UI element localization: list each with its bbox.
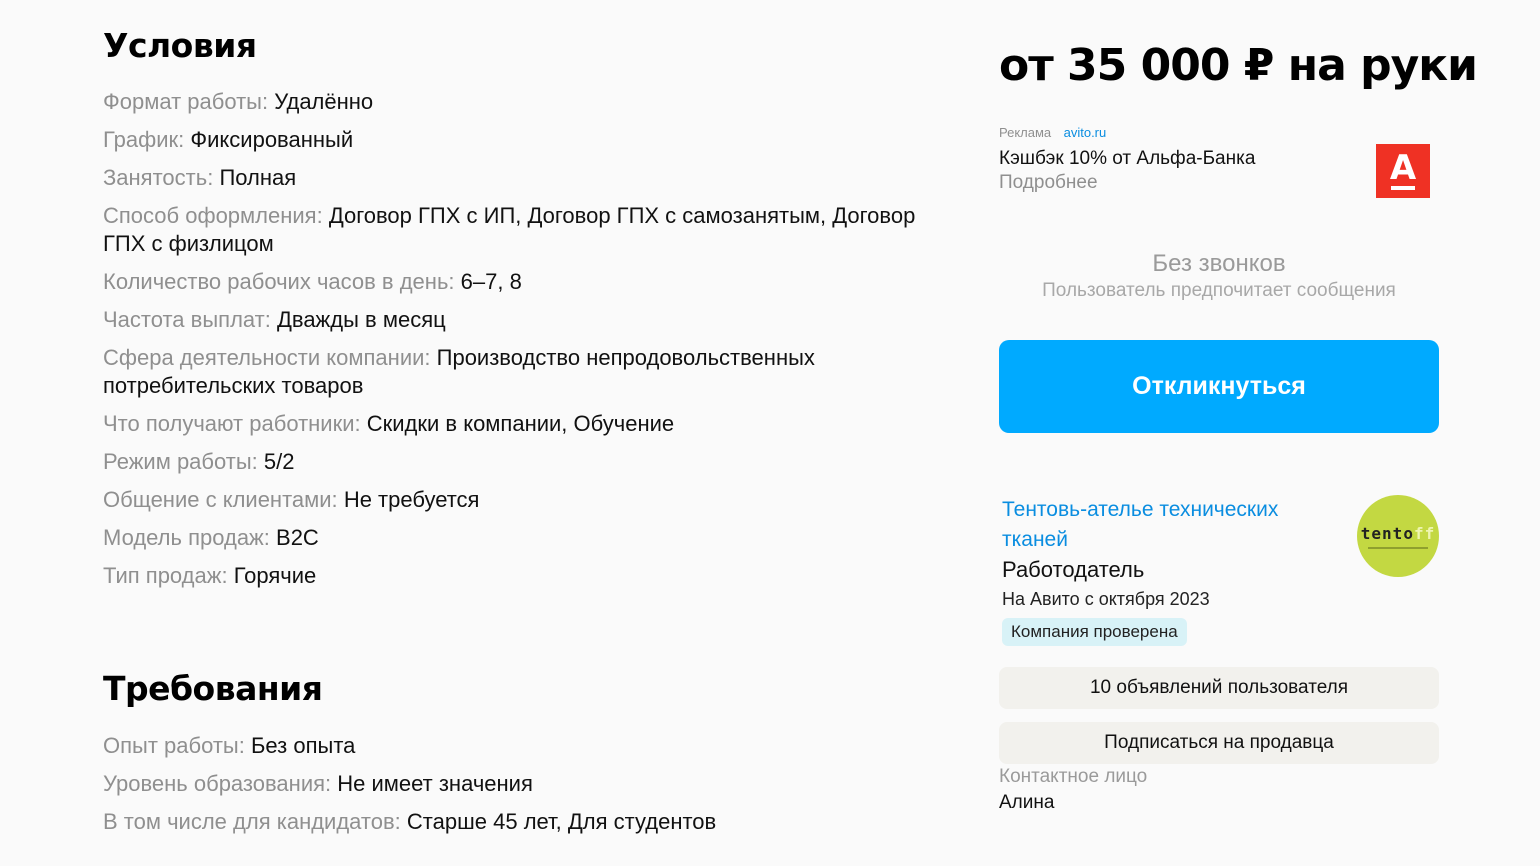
param-row: Что получают работники: Скидки в компани… [103, 410, 943, 438]
subscribe-seller-button[interactable]: Подписаться на продавца [999, 722, 1439, 764]
param-row: Способ оформления: Договор ГПХ с ИП, Дог… [103, 202, 943, 258]
ad-domain-link[interactable]: avito.ru [1064, 125, 1107, 140]
param-row: Количество рабочих часов в день: 6–7, 8 [103, 268, 943, 296]
param-label: Занятость: [103, 165, 214, 190]
ad-title[interactable]: Кэшбэк 10% от Альфа-Банка [999, 148, 1439, 170]
ad-more-link[interactable]: Подробнее [999, 172, 1439, 194]
param-row: График: Фиксированный [103, 126, 943, 154]
param-label: Опыт работы: [103, 733, 245, 758]
param-row: Общение с клиентами: Не требуется [103, 486, 943, 514]
param-value: Не требуется [343, 487, 480, 512]
user-listings-button[interactable]: 10 объявлений пользователя [999, 667, 1439, 709]
salary-price: от 35 000 ₽ на руки [999, 40, 1478, 91]
param-value: Дважды в месяц [276, 307, 446, 332]
param-row: Занятость: Полная [103, 164, 943, 192]
param-value: Удалённо [274, 89, 374, 114]
param-row: В том числе для кандидатов: Старше 45 ле… [103, 808, 943, 836]
param-value: Полная [219, 165, 297, 190]
respond-button[interactable]: Откликнуться [999, 340, 1439, 433]
param-label: Формат работы: [103, 89, 269, 114]
verified-badge: Компания проверена [1002, 618, 1187, 646]
param-value: Фиксированный [190, 127, 354, 152]
contact-person: Контактное лицо Алина [999, 766, 1147, 814]
company-since: На Авито с октября 2023 [1002, 589, 1210, 609]
no-calls-subtitle: Пользователь предпочитает сообщения [1042, 280, 1396, 301]
param-label: Модель продаж: [103, 525, 270, 550]
param-label: Уровень образования: [103, 771, 332, 796]
param-value: B2C [276, 525, 319, 550]
param-value: Старше 45 лет, Для студентов [406, 809, 717, 834]
param-value: Без опыта [250, 733, 356, 758]
param-value: Не имеет значения [337, 771, 533, 796]
param-row: Тип продаж: Горячие [103, 562, 943, 590]
param-label: Что получают работники: [103, 411, 361, 436]
requirements-title: Требования [103, 669, 323, 708]
param-row: Модель продаж: B2C [103, 524, 943, 552]
param-label: Способ оформления: [103, 203, 323, 228]
ad-banner[interactable]: Реклама avito.ru Кэшбэк 10% от Альфа-Бан… [999, 124, 1439, 204]
no-calls-notice: Без звонков Пользователь предпочитает со… [999, 250, 1439, 302]
param-label: Частота выплат: [103, 307, 271, 332]
conditions-list: Формат работы: Удалённо График: Фиксиров… [103, 88, 943, 600]
ad-label: Реклама [999, 125, 1052, 140]
param-value: 6–7, 8 [460, 269, 522, 294]
param-label: Количество рабочих часов в день: [103, 269, 455, 294]
param-value: 5/2 [263, 449, 295, 474]
company-name-link[interactable]: Тентовь-ателье технических тканей [1002, 495, 1322, 555]
param-row: Режим работы: 5/2 [103, 448, 943, 476]
param-label: Общение с клиентами: [103, 487, 338, 512]
param-value: Горячие [233, 563, 317, 588]
param-value: Скидки в компании, Обучение [366, 411, 675, 436]
param-label: В том числе для кандидатов: [103, 809, 401, 834]
param-label: Тип продаж: [103, 563, 228, 588]
requirements-list: Опыт работы: Без опыта Уровень образован… [103, 732, 943, 846]
employer-card: Тентовь-ателье технических тканей Работо… [1002, 495, 1439, 646]
no-calls-title: Без звонков [1152, 250, 1286, 277]
param-label: График: [103, 127, 185, 152]
contact-name: Алина [999, 792, 1055, 813]
contact-label: Контактное лицо [999, 766, 1148, 787]
alfa-bank-logo-icon[interactable]: А [1376, 144, 1430, 198]
conditions-title: Условия [103, 26, 257, 65]
param-row: Формат работы: Удалённо [103, 88, 943, 116]
param-label: Сфера деятельности компании: [103, 345, 431, 370]
param-label: Режим работы: [103, 449, 258, 474]
company-logo-icon[interactable]: tentoff [1357, 495, 1439, 577]
bank-logo-letter: А [1389, 147, 1417, 188]
param-row: Частота выплат: Дважды в месяц [103, 306, 943, 334]
param-row: Уровень образования: Не имеет значения [103, 770, 943, 798]
param-row: Опыт работы: Без опыта [103, 732, 943, 760]
param-row: Сфера деятельности компании: Производств… [103, 344, 943, 400]
